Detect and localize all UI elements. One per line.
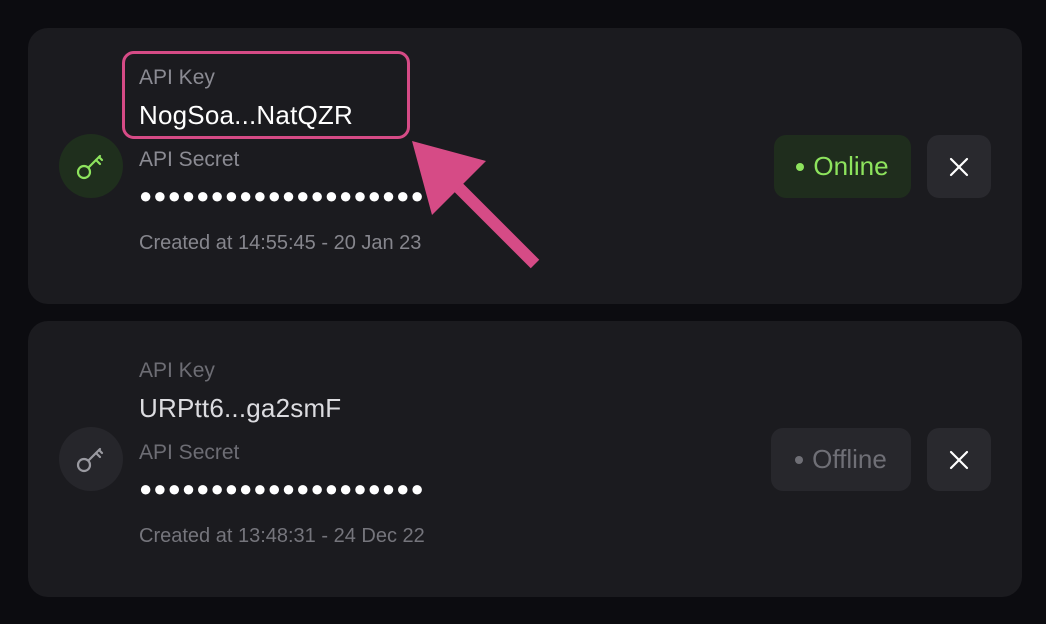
- api-secret-label: API Secret: [139, 441, 240, 464]
- remove-key-button[interactable]: [927, 428, 991, 491]
- api-secret-value[interactable]: ●●●●●●●●●●●●●●●●●●●●: [139, 475, 425, 503]
- api-key-value[interactable]: NogSoa...NatQZR: [139, 98, 425, 132]
- created-timestamp: Created at 14:55:45 - 20 Jan 23: [139, 232, 422, 254]
- key-avatar: [59, 427, 123, 491]
- status-label: Offline: [812, 444, 887, 474]
- close-icon: [949, 157, 969, 176]
- api-key-label: API Key: [139, 359, 215, 382]
- api-key-info: API Key NogSoa...NatQZR API Secret ●●●●●…: [139, 64, 425, 256]
- status-badge-offline[interactable]: Offline: [771, 428, 911, 491]
- api-key-info: API Key URPtt6...ga2smF API Secret ●●●●●…: [139, 357, 425, 549]
- created-timestamp: Created at 13:48:31 - 24 Dec 22: [139, 525, 425, 547]
- api-secret-value[interactable]: ●●●●●●●●●●●●●●●●●●●●: [139, 182, 425, 210]
- api-key-card: API Key NogSoa...NatQZR API Secret ●●●●●…: [28, 28, 1022, 304]
- api-key-value[interactable]: URPtt6...ga2smF: [139, 391, 425, 425]
- key-icon: [76, 154, 104, 180]
- close-icon: [949, 450, 969, 469]
- key-icon: [76, 447, 104, 473]
- key-avatar: [59, 134, 123, 198]
- status-label: Online: [813, 151, 889, 181]
- api-key-label: API Key: [139, 66, 215, 89]
- remove-key-button[interactable]: [927, 135, 991, 198]
- status-dot-icon: [796, 162, 805, 171]
- api-secret-label: API Secret: [139, 148, 240, 171]
- api-key-card: API Key URPtt6...ga2smF API Secret ●●●●●…: [28, 321, 1022, 597]
- api-keys-page: API Key NogSoa...NatQZR API Secret ●●●●●…: [0, 0, 1046, 624]
- status-badge-online[interactable]: Online: [774, 135, 911, 198]
- status-dot-icon: [795, 455, 804, 464]
